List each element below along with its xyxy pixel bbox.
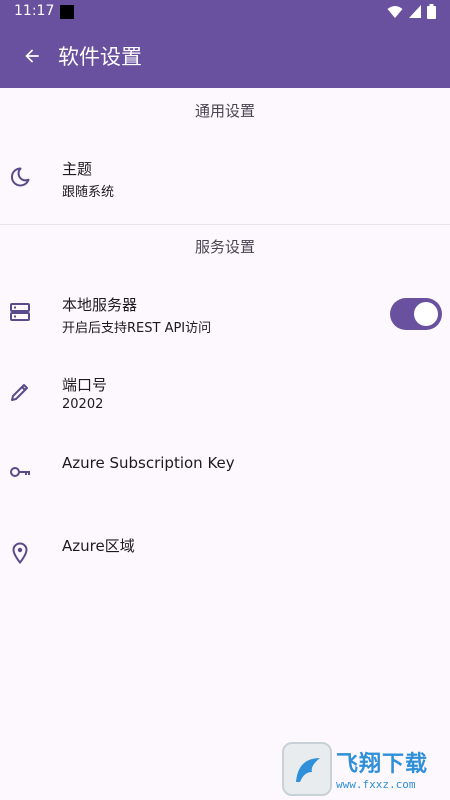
settings-item-azure-region[interactable]: Azure区域 <box>0 520 450 590</box>
watermark-url: www.fxxz.com <box>336 778 416 791</box>
server-icon <box>10 303 30 321</box>
signal-icon <box>409 5 421 18</box>
moon-icon <box>10 167 30 187</box>
section-divider <box>0 224 450 225</box>
local-server-description: 开启后支持REST API访问 <box>62 321 212 336</box>
settings-item-azure-key[interactable]: Azure Subscription Key <box>0 440 450 510</box>
status-icons <box>387 4 436 19</box>
theme-title: 主题 <box>62 160 93 178</box>
back-button[interactable] <box>8 32 56 80</box>
settings-item-theme[interactable]: 主题 跟随系统 <box>0 140 450 216</box>
wifi-icon <box>387 5 403 18</box>
azure-key-title: Azure Subscription Key <box>62 454 235 472</box>
theme-value: 跟随系统 <box>62 185 115 200</box>
settings-item-local-server[interactable]: 本地服务器 开启后支持REST API访问 <box>0 276 450 350</box>
key-icon <box>10 467 30 477</box>
watermark-brand: 飞翔下载 <box>336 752 429 777</box>
section-header-general: 通用设置 <box>194 102 255 120</box>
arrow-left-icon <box>25 49 39 63</box>
local-server-toggle[interactable] <box>390 298 442 330</box>
app-bar: 软件设置 <box>0 24 450 88</box>
notification-icon <box>60 5 74 19</box>
section-header-service: 服务设置 <box>194 238 255 256</box>
page-title: 软件设置 <box>58 45 142 69</box>
settings-item-port[interactable]: 端口号 20202 <box>0 358 450 430</box>
port-title: 端口号 <box>62 376 108 394</box>
battery-icon <box>427 4 436 19</box>
status-bar: 11:17 <box>0 0 450 24</box>
azure-region-title: Azure区域 <box>62 537 135 555</box>
port-value: 20202 <box>62 397 104 412</box>
pencil-icon <box>11 384 28 401</box>
status-time: 11:17 <box>14 3 55 19</box>
watermark-logo-icon <box>282 742 332 796</box>
location-pin-icon <box>12 542 28 565</box>
toggle-knob <box>414 302 438 326</box>
local-server-title: 本地服务器 <box>62 296 138 314</box>
watermark: 飞翔下载 www.fxxz.com <box>282 742 442 796</box>
